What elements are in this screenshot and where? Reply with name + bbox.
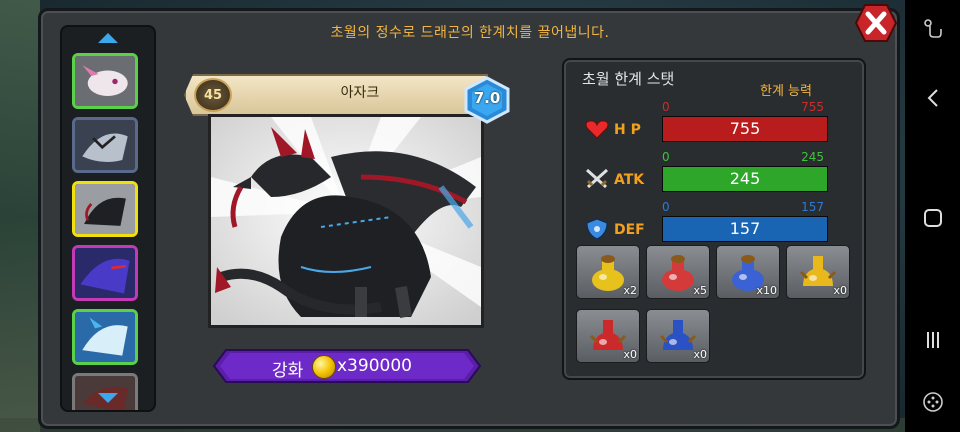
- potion-slot-4[interactable]: x0: [786, 245, 850, 299]
- system-nav-bar: [905, 0, 960, 432]
- dragon-slot-5[interactable]: [72, 309, 138, 365]
- dragon-thumbnail: [75, 56, 135, 106]
- dragon-thumbnail: [75, 120, 135, 170]
- stat-row-hp: 0 755 H P 755: [584, 100, 854, 146]
- potion-slot-5[interactable]: x0: [576, 309, 640, 363]
- stat-label: ATK: [614, 172, 645, 188]
- stat-max: 755: [801, 100, 824, 114]
- stat-value: 157: [729, 219, 761, 238]
- grade-value: 7.0: [473, 89, 501, 107]
- dragon-slot-2[interactable]: [72, 117, 138, 173]
- stat-label: H P: [614, 122, 641, 138]
- dragon-slot-3-selected[interactable]: [72, 181, 138, 237]
- background-scenery-left: [0, 0, 40, 432]
- stat-row-def: 0 157 DEF 157: [584, 200, 854, 246]
- potion-slot-6[interactable]: x0: [646, 309, 710, 363]
- recent-apps-icon[interactable]: [917, 324, 949, 356]
- stat-min: 0: [662, 200, 670, 214]
- stats-subtitle: 한계 능력: [760, 84, 812, 99]
- stat-min: 0: [662, 100, 670, 114]
- touch-gesture-icon[interactable]: [917, 12, 949, 44]
- stat-bar: 157: [662, 216, 828, 242]
- home-icon[interactable]: [917, 202, 949, 234]
- enhance-label: 강화: [272, 361, 304, 381]
- dragon-selection-list[interactable]: [60, 25, 156, 412]
- stat-max: 245: [801, 150, 824, 164]
- enhance-cost: x390000: [337, 356, 412, 376]
- close-icon: [854, 4, 898, 42]
- stat-value: 245: [729, 169, 761, 188]
- back-icon[interactable]: [917, 82, 949, 114]
- stat-bar: 245: [662, 166, 828, 192]
- dragon-image: [211, 117, 481, 325]
- potion-count: x5: [693, 284, 707, 297]
- stat-min: 0: [662, 150, 670, 164]
- dragon-thumbnail: [75, 248, 135, 298]
- potion-slot-1[interactable]: x2: [576, 245, 640, 299]
- stat-bar: 755: [662, 116, 828, 142]
- shield-icon: [586, 218, 608, 240]
- close-button[interactable]: [854, 3, 898, 43]
- instruction-text: 초월의 정수로 드래곤의 한계치를 끌어냅니다.: [330, 25, 610, 41]
- potion-count: x0: [693, 348, 707, 361]
- gold-coin-icon: [312, 355, 336, 379]
- stat-row-atk: 0 245 ATK 245: [584, 150, 854, 196]
- potion-inventory: x2 x5 x10 x0 x0 x0: [576, 245, 856, 365]
- stat-value: 755: [729, 119, 761, 138]
- dragon-slot-4[interactable]: [72, 245, 138, 301]
- level-badge: 45: [194, 78, 232, 112]
- potion-count: x0: [833, 284, 847, 297]
- dragon-name: 아자크: [340, 85, 380, 101]
- dragon-thumbnail: [75, 184, 135, 234]
- crossed-swords-icon: [585, 168, 609, 189]
- scroll-up-icon[interactable]: [96, 31, 120, 45]
- potion-count: x10: [756, 284, 777, 297]
- dragon-portrait: [208, 114, 484, 328]
- game-tools-icon[interactable]: [917, 386, 949, 418]
- dragon-slot-1[interactable]: [72, 53, 138, 109]
- potion-count: x0: [623, 348, 637, 361]
- stat-label: DEF: [614, 222, 645, 238]
- potion-slot-3[interactable]: x10: [716, 245, 780, 299]
- scroll-down-icon[interactable]: [96, 391, 120, 405]
- potion-count: x2: [623, 284, 637, 297]
- dragon-thumbnail: [75, 312, 135, 362]
- stat-max: 157: [801, 200, 824, 214]
- enhance-button[interactable]: 강화 x390000: [212, 348, 482, 384]
- dragon-card: 45 아자크 7.0: [180, 72, 514, 342]
- heart-icon: [585, 120, 609, 139]
- potion-slot-2[interactable]: x5: [646, 245, 710, 299]
- stats-title: 초월 한계 스탯: [582, 70, 675, 88]
